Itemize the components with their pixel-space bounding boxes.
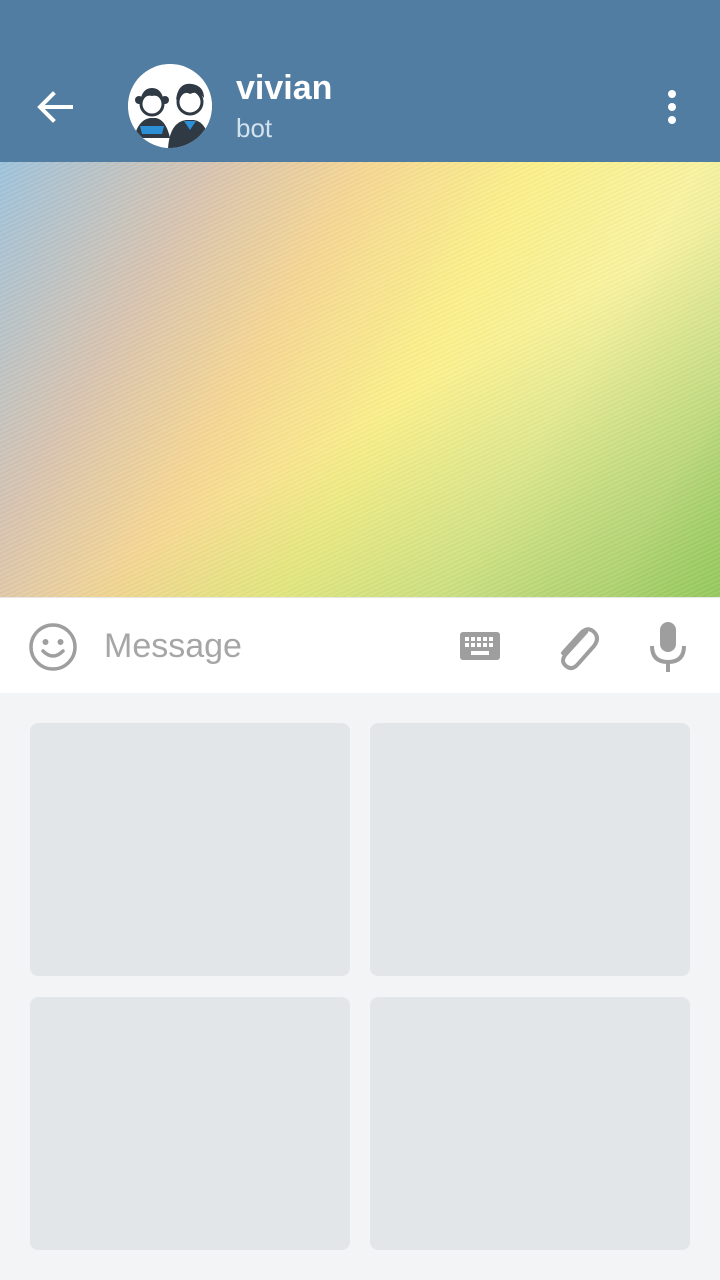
microphone-icon bbox=[650, 622, 686, 672]
more-vert-icon-dot bbox=[668, 116, 676, 124]
more-menu-button[interactable] bbox=[646, 80, 698, 134]
paperclip-icon bbox=[561, 627, 599, 671]
emoji-button[interactable] bbox=[28, 622, 78, 672]
chat-title-block[interactable]: vivian bot bbox=[236, 68, 332, 146]
bot-keyboard-panel bbox=[0, 693, 720, 1280]
arrow-left-icon bbox=[37, 91, 73, 123]
chat-wallpaper bbox=[0, 162, 720, 597]
bot-keyboard-toggle-button[interactable] bbox=[456, 626, 504, 666]
chat-status: bot bbox=[236, 113, 273, 143]
message-input[interactable] bbox=[104, 620, 434, 672]
bot-keyboard-button[interactable] bbox=[370, 997, 690, 1250]
more-vert-icon bbox=[668, 90, 676, 98]
attach-button[interactable] bbox=[550, 618, 602, 674]
smiley-icon bbox=[29, 623, 77, 671]
two-people-avatar-icon bbox=[128, 64, 212, 148]
chat-header: vivian bot bbox=[0, 0, 720, 162]
avatar[interactable] bbox=[128, 64, 212, 148]
bot-keyboard-button[interactable] bbox=[30, 997, 350, 1250]
bot-keyboard-button[interactable] bbox=[30, 723, 350, 976]
more-vert-icon-dot bbox=[668, 103, 676, 111]
bot-keyboard-button[interactable] bbox=[370, 723, 690, 976]
keyboard-icon bbox=[460, 632, 500, 660]
chat-name: vivian bbox=[236, 69, 333, 107]
message-input-bar bbox=[0, 597, 720, 693]
back-button[interactable] bbox=[20, 80, 90, 134]
voice-record-button[interactable] bbox=[646, 618, 690, 674]
